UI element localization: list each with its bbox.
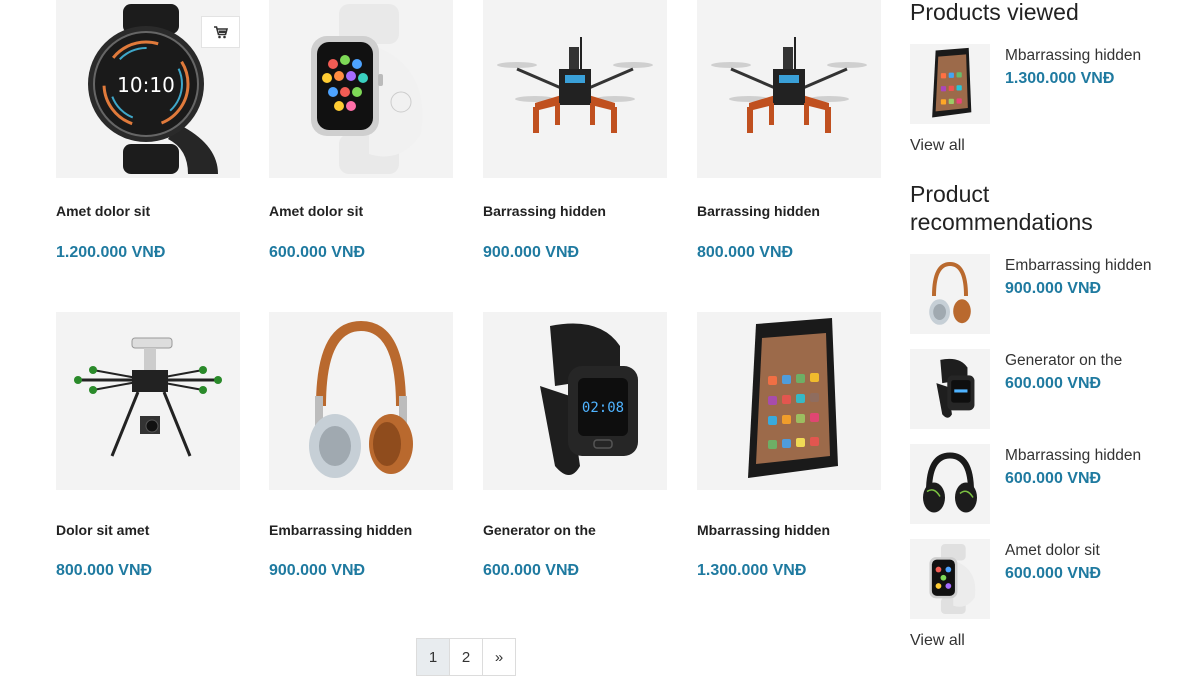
page-1-button[interactable]: 1 xyxy=(416,638,450,676)
headphones-image xyxy=(929,261,971,325)
product-image[interactable] xyxy=(56,312,240,490)
view-all-viewed-link[interactable]: View all xyxy=(910,137,965,155)
product-card[interactable]: Amet dolor sit 600.000 VNĐ xyxy=(269,0,453,261)
apple-watch-image xyxy=(311,4,423,174)
recommendation-item-image[interactable] xyxy=(910,254,990,334)
viewed-item-name[interactable]: Mbarrassing hidden xyxy=(1005,47,1141,65)
smartphone-image xyxy=(932,47,972,118)
recommendation-item-image[interactable] xyxy=(910,444,990,524)
product-card[interactable]: Dolor sit amet 800.000 VNĐ xyxy=(56,312,240,579)
product-price: 600.000 VNĐ xyxy=(269,244,366,261)
product-card[interactable]: Barrassing hidden 900.000 VNĐ xyxy=(483,0,667,261)
product-image[interactable] xyxy=(697,0,881,178)
apple-watch-image xyxy=(929,544,976,614)
product-image[interactable]: 10:10 xyxy=(56,0,240,178)
pagination: 1 2 » xyxy=(416,638,516,676)
quadcopter-image xyxy=(711,37,867,133)
product-name[interactable]: Amet dolor sit xyxy=(56,203,150,219)
recommendation-item-image[interactable] xyxy=(910,349,990,429)
quadcopter-image xyxy=(497,37,653,133)
page-2-button[interactable]: 2 xyxy=(449,638,483,676)
svg-text:10:10: 10:10 xyxy=(117,73,175,97)
hexacopter-image xyxy=(74,337,222,457)
recommendation-item-name[interactable]: Amet dolor sit xyxy=(1005,542,1100,560)
product-recommendations-title: Product recommendations xyxy=(910,181,1093,235)
recommendation-item-name[interactable]: Embarrassing hidden xyxy=(1005,257,1151,275)
product-name[interactable]: Embarrassing hidden xyxy=(269,522,412,538)
product-price: 800.000 VNĐ xyxy=(697,244,794,261)
recommendation-item[interactable]: Embarrassing hidden 900.000 VNĐ xyxy=(910,254,1190,334)
product-name[interactable]: Dolor sit amet xyxy=(56,522,149,538)
product-name[interactable]: Barrassing hidden xyxy=(697,203,820,219)
recommendation-item-price: 600.000 VNĐ xyxy=(1005,375,1102,392)
headphones-image xyxy=(923,452,977,513)
recommendation-item-image[interactable] xyxy=(910,539,990,619)
svg-text:02:08: 02:08 xyxy=(582,400,624,416)
product-image[interactable] xyxy=(697,312,881,490)
product-image[interactable] xyxy=(483,0,667,178)
product-card[interactable]: Embarrassing hidden 900.000 VNĐ xyxy=(269,312,453,579)
product-price: 900.000 VNĐ xyxy=(269,562,366,579)
viewed-item[interactable]: Mbarrassing hidden 1.300.000 VNĐ xyxy=(910,44,1190,124)
next-page-button[interactable]: » xyxy=(482,638,516,676)
product-image[interactable]: 02:08 xyxy=(483,312,667,490)
product-card[interactable]: 02:08 Generator on the 600.000 VNĐ xyxy=(483,312,667,579)
product-name[interactable]: Amet dolor sit xyxy=(269,203,363,219)
recommendation-item[interactable]: Generator on the 600.000 VNĐ xyxy=(910,349,1190,429)
add-to-cart-button[interactable] xyxy=(201,16,240,48)
product-name[interactable]: Mbarrassing hidden xyxy=(697,522,830,538)
product-name[interactable]: Generator on the xyxy=(483,522,596,538)
fitness-band-image: 02:08 xyxy=(540,323,638,475)
product-card[interactable]: Barrassing hidden 800.000 VNĐ xyxy=(697,0,881,261)
recommendation-item-price: 900.000 VNĐ xyxy=(1005,280,1102,297)
product-card[interactable]: 10:10 Amet dolor sit 1.200.000 VNĐ xyxy=(56,0,240,261)
product-price: 900.000 VNĐ xyxy=(483,244,580,261)
view-all-recommendations-link[interactable]: View all xyxy=(910,632,965,650)
viewed-item-image[interactable] xyxy=(910,44,990,124)
cart-icon xyxy=(213,25,228,38)
smartphone-image xyxy=(748,318,838,478)
viewed-item-price: 1.300.000 VNĐ xyxy=(1005,70,1115,87)
products-viewed-title: Products viewed xyxy=(910,0,1079,25)
recommendation-item-price: 600.000 VNĐ xyxy=(1005,565,1102,582)
product-price: 1.200.000 VNĐ xyxy=(56,244,166,261)
product-price: 1.300.000 VNĐ xyxy=(697,562,807,579)
product-price: 600.000 VNĐ xyxy=(483,562,580,579)
headphones-image xyxy=(309,320,413,478)
product-name[interactable]: Barrassing hidden xyxy=(483,203,606,219)
recommendation-item[interactable]: Amet dolor sit 600.000 VNĐ xyxy=(910,539,1190,619)
fitness-band-image xyxy=(936,358,975,418)
recommendation-item-name[interactable]: Generator on the xyxy=(1005,352,1122,370)
recommendation-item-name[interactable]: Mbarrassing hidden xyxy=(1005,447,1141,465)
product-image[interactable] xyxy=(269,0,453,178)
recommendation-item-price: 600.000 VNĐ xyxy=(1005,470,1102,487)
product-card[interactable]: Mbarrassing hidden 1.300.000 VNĐ xyxy=(697,312,881,579)
product-image[interactable] xyxy=(269,312,453,490)
recommendation-item[interactable]: Mbarrassing hidden 600.000 VNĐ xyxy=(910,444,1190,524)
product-price: 800.000 VNĐ xyxy=(56,562,153,579)
